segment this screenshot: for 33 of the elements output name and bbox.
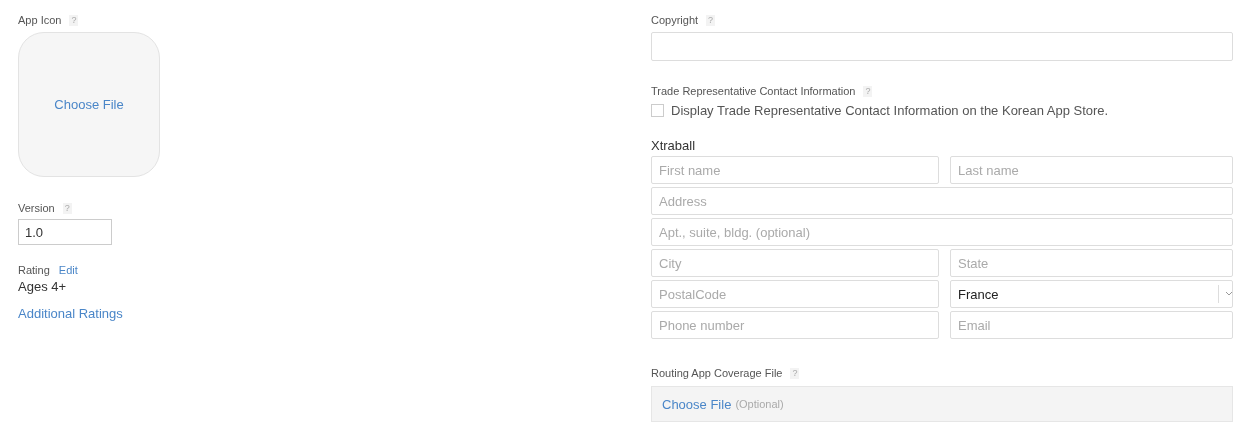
help-icon[interactable]: ?	[863, 85, 873, 97]
chevron-icon	[1225, 291, 1233, 297]
field-label: Copyright	[651, 14, 699, 26]
copyright-field[interactable]	[651, 32, 1233, 61]
help-icon[interactable]: ?	[790, 367, 800, 379]
help-icon[interactable]: ?	[706, 14, 716, 26]
text-field[interactable]: Address	[651, 187, 1233, 215]
text-field[interactable]: First name	[651, 156, 939, 184]
text-field[interactable]: Apt., suite, bldg. (optional)	[651, 218, 1233, 246]
additional-ratings-link[interactable]: Additional Ratings	[18, 306, 123, 321]
text-field[interactable]: City	[651, 249, 939, 277]
field-label: Rating	[18, 264, 50, 276]
edit-link[interactable]: Edit	[58, 264, 78, 276]
country-select[interactable]: France	[950, 280, 1233, 308]
choose-file-button[interactable]: Choose File	[18, 32, 160, 177]
help-icon[interactable]: ?	[69, 14, 79, 26]
text-field[interactable]: Phone number	[651, 311, 939, 339]
text-field[interactable]: PostalCode	[651, 280, 939, 308]
choose-file-link[interactable]: Choose File	[662, 396, 732, 412]
checkbox-label: Display Trade Representative Contact Information on the Korean App Store.	[671, 103, 1109, 118]
field-label: App Icon	[18, 14, 62, 26]
text-field[interactable]: State	[950, 249, 1233, 277]
contact-name: Xtraball	[651, 138, 697, 153]
field-label: Routing App Coverage File	[651, 367, 783, 379]
optional-hint: (Optional)	[735, 398, 784, 410]
help-icon[interactable]: ?	[62, 202, 72, 214]
text-field[interactable]: Email	[950, 311, 1233, 339]
field-label: Trade Representative Contact Information	[651, 85, 856, 97]
field-label: Version	[18, 202, 55, 214]
rating-value: Ages 4+	[18, 279, 68, 294]
version-field[interactable]: 1.0	[18, 219, 112, 245]
text-field[interactable]: Last name	[950, 156, 1233, 184]
checkbox[interactable]	[651, 104, 664, 117]
